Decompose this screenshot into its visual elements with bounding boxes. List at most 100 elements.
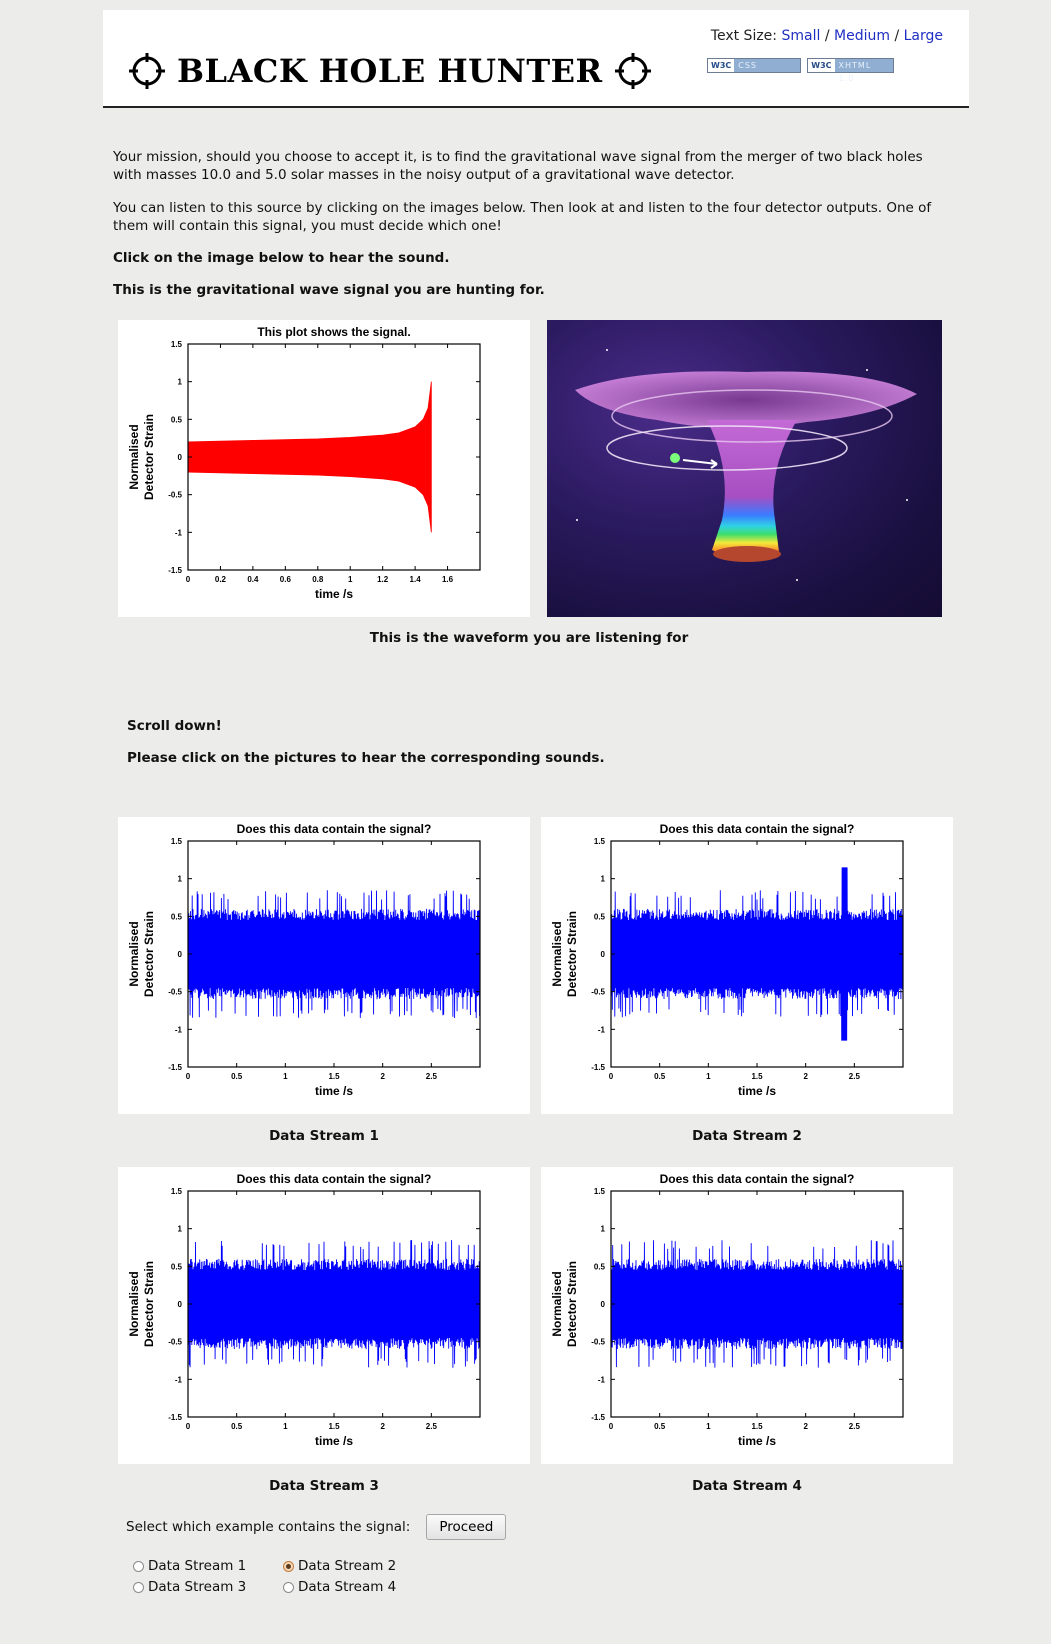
listen-paragraph: You can listen to this source by clickin…: [113, 200, 932, 234]
y-tick-label: -0.5: [168, 1338, 182, 1347]
stream-radio-group: Data Stream 1 Data Stream 2 Data Stream …: [133, 1558, 433, 1595]
y-tick-label: 0: [178, 453, 183, 462]
x-tick-label: 1: [348, 575, 353, 584]
text-size-large-link[interactable]: Large: [904, 28, 943, 44]
x-tick-label: 2: [803, 1422, 808, 1431]
x-tick-label: 1: [706, 1422, 711, 1431]
waveform-caption: This is the waveform you are listening f…: [369, 630, 689, 646]
y-axis-label: Normalised: [127, 1271, 141, 1336]
data-stream-4-caption: Data Stream 4: [692, 1478, 802, 1494]
x-tick-label: 2.5: [426, 1422, 438, 1431]
y-tick-label: 1: [601, 1225, 606, 1234]
click-pictures-text: Please click on the pictures to hear the…: [127, 750, 605, 766]
x-tick-label: 1: [283, 1422, 288, 1431]
y-tick-label: -1.5: [168, 1063, 182, 1072]
badge-tag: XHTML 1.0: [834, 59, 893, 83]
x-axis-label: time /s: [315, 587, 353, 601]
data-stream-4-plot[interactable]: Does this data contain the signal? 0 0.5 1 1…: [541, 1167, 953, 1464]
y-axis-label: Normalised: [550, 921, 564, 986]
data-stream-1-chart: Does this data contain the signal? 0 0.5 1 1…: [127, 822, 481, 1098]
radio-button-selected[interactable]: [283, 1560, 294, 1572]
w3c-label: W3C: [708, 59, 735, 72]
x-tick-label: 1: [283, 1072, 288, 1081]
radio-label: Data Stream 1: [148, 1558, 247, 1574]
noise-trace: [188, 890, 480, 1019]
y-tick-label: 1: [178, 1225, 183, 1234]
x-tick-label: 1.5: [751, 1072, 763, 1081]
text-size-control: Text Size: Small / Medium / Large: [711, 28, 943, 44]
data-stream-2-caption: Data Stream 2: [692, 1128, 802, 1144]
chart-title: Does this data contain the signal?: [660, 1172, 855, 1186]
y-tick-label: -1: [598, 1025, 606, 1034]
text-size-small-link[interactable]: Small: [781, 28, 820, 44]
site-logo: BLACK HOLE HUNTER: [127, 46, 653, 96]
radio-option-1[interactable]: Data Stream 1: [133, 1558, 283, 1574]
radio-option-2[interactable]: Data Stream 2: [283, 1558, 433, 1574]
x-tick-label: 0: [609, 1422, 614, 1431]
x-tick-label: 0.6: [280, 575, 292, 584]
y-axis-label: Detector Strain: [142, 911, 156, 997]
noise-trace: [188, 1240, 480, 1368]
y-tick-label: 0.5: [171, 912, 183, 921]
crosshair-icon: [614, 53, 651, 89]
w3c-css-badge[interactable]: W3C CSS: [707, 58, 802, 73]
y-tick-label: 1.5: [171, 837, 183, 846]
x-tick-label: 1.5: [328, 1072, 340, 1081]
radio-label: Data Stream 2: [298, 1558, 397, 1574]
y-tick-label: 1: [601, 875, 606, 884]
y-tick-label: 1: [178, 378, 183, 387]
proceed-button[interactable]: Proceed: [426, 1514, 507, 1540]
x-tick-label: 1: [706, 1072, 711, 1081]
x-tick-label: 0.5: [231, 1072, 243, 1081]
y-axis-label: Normalised: [550, 1271, 564, 1336]
radio-label: Data Stream 3: [148, 1579, 247, 1595]
black-hole-illustration: [575, 349, 917, 581]
y-tick-label: 1.5: [171, 340, 183, 349]
y-axis-label: Detector Strain: [565, 1261, 579, 1347]
x-tick-label: 0.5: [231, 1422, 243, 1431]
hunting-heading: This is the gravitational wave signal yo…: [113, 282, 545, 298]
data-stream-2-plot[interactable]: Does this data contain the signal? 0 0.5 1 1…: [541, 817, 953, 1114]
y-tick-label: 1.5: [594, 837, 606, 846]
y-tick-label: -1: [175, 528, 183, 537]
chart-title: This plot shows the signal.: [257, 325, 410, 339]
w3c-xhtml-badge[interactable]: W3C XHTML 1.0: [807, 58, 894, 83]
radio-button[interactable]: [133, 1581, 144, 1593]
y-tick-label: -1.5: [591, 1063, 605, 1072]
x-tick-label: 0: [609, 1072, 614, 1081]
y-axis-label: Normalised: [127, 921, 141, 986]
y-axis-label: Detector Strain: [142, 414, 156, 500]
radio-option-4[interactable]: Data Stream 4: [283, 1579, 433, 1595]
radio-button[interactable]: [283, 1581, 294, 1593]
x-tick-label: 0.5: [654, 1072, 666, 1081]
signal-plot[interactable]: This plot shows the signal. 0 0.2 0.4 0.6 0.8…: [118, 320, 530, 617]
y-tick-label: -1.5: [591, 1413, 605, 1422]
select-label: Select which example contains the signal…: [126, 1519, 411, 1535]
y-tick-label: -0.5: [591, 988, 605, 997]
x-tick-label: 0: [186, 1072, 191, 1081]
x-axis-label: time /s: [315, 1434, 353, 1448]
data-stream-3-plot[interactable]: Does this data contain the signal? 0 0.5 1 1…: [118, 1167, 530, 1464]
black-hole-image[interactable]: [547, 320, 942, 617]
x-tick-label: 0.2: [215, 575, 227, 584]
y-tick-label: 0.5: [594, 1262, 606, 1271]
x-tick-label: 2.5: [426, 1072, 438, 1081]
x-axis-label: time /s: [738, 1084, 776, 1098]
y-axis-label: Detector Strain: [565, 911, 579, 997]
site-title: BLACK HOLE HUNTER: [177, 52, 603, 90]
data-stream-1-caption: Data Stream 1: [269, 1128, 379, 1144]
data-stream-3-caption: Data Stream 3: [269, 1478, 379, 1494]
radio-option-3[interactable]: Data Stream 3: [133, 1579, 283, 1595]
text-size-medium-link[interactable]: Medium: [834, 28, 890, 44]
data-stream-2-chart: Does this data contain the signal? 0 0.5 1 1…: [550, 822, 904, 1098]
separator: /: [824, 28, 830, 44]
radio-button[interactable]: [133, 1560, 144, 1572]
x-tick-label: 2: [380, 1422, 385, 1431]
data-stream-3-chart: Does this data contain the signal? 0 0.5 1 1…: [127, 1172, 481, 1448]
x-tick-label: 1.5: [751, 1422, 763, 1431]
page: BLACK HOLE HUNTER Text Size: Small / Med…: [103, 0, 969, 1644]
data-stream-1-plot[interactable]: Does this data contain the signal? 0 0.5 1 1…: [118, 817, 530, 1114]
x-tick-label: 0.8: [312, 575, 324, 584]
signal-select-row: Select which example contains the signal…: [126, 1514, 507, 1540]
scroll-down-text: Scroll down!: [127, 718, 222, 734]
